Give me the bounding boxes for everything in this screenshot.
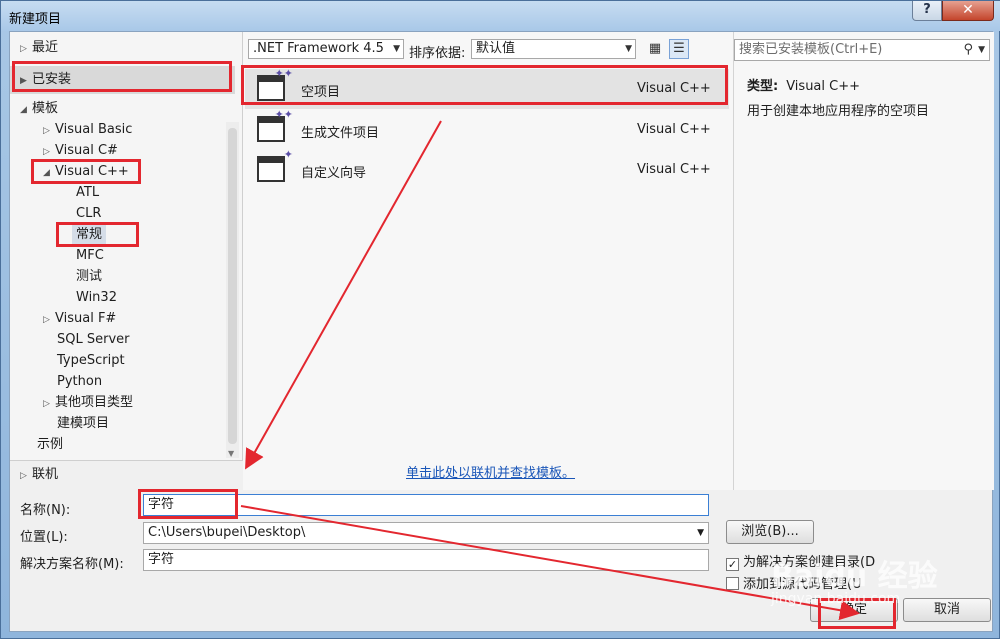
watermark-url: jingyan.baidu.com bbox=[771, 591, 901, 607]
new-project-dialog: 新建项目 ? ✕ ▷ 最近 ▶ 已安装 ◢ 模板 ▷ Visual Basic ▷ Vis… bbox=[0, 0, 1000, 639]
arrow-to-online-row bbox=[245, 120, 442, 470]
arrow-to-ok bbox=[240, 505, 860, 621]
annotation-arrows bbox=[240, 120, 860, 621]
baidu-watermark: Baidu 经验 bbox=[771, 559, 938, 594]
